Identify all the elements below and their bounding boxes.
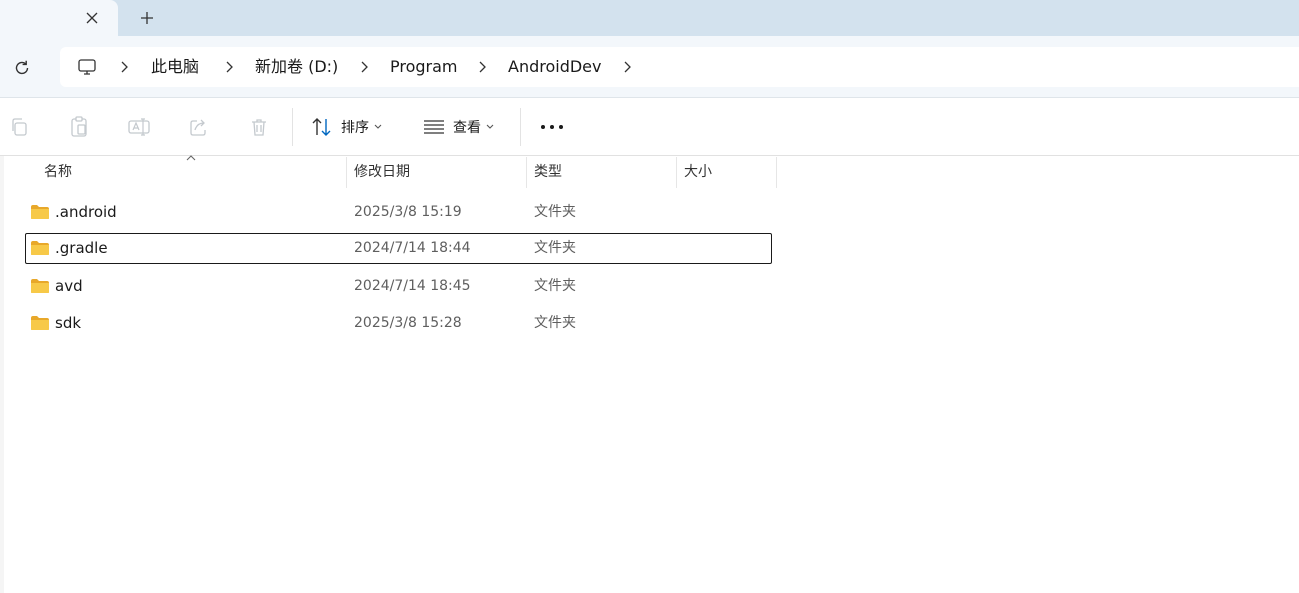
more-icon: [541, 125, 563, 129]
column-separator[interactable]: [676, 157, 677, 188]
file-row[interactable]: avd 2024/7/14 18:45 文件夹: [25, 271, 772, 302]
rename-icon: [128, 118, 150, 136]
command-bar: 排序 查看: [0, 98, 1299, 156]
paste-icon: [71, 116, 87, 137]
chevron-down-icon: [486, 124, 494, 129]
folder-icon: [31, 205, 49, 219]
close-icon: [86, 12, 98, 24]
view-list-icon: [424, 120, 444, 134]
more-options-button[interactable]: [536, 114, 568, 140]
file-type: 文件夹: [534, 204, 576, 220]
breadcrumb-drive-d[interactable]: 新加卷 (D:): [255, 56, 338, 78]
file-modified: 2024/7/14 18:45: [354, 278, 471, 294]
chevron-right-icon: [361, 61, 368, 73]
breadcrumb-chevron[interactable]: [474, 57, 490, 77]
file-type: 文件夹: [534, 278, 576, 294]
sort-dropdown[interactable]: 排序: [311, 114, 382, 140]
file-modified: 2025/3/8 15:28: [354, 315, 462, 331]
file-name: sdk: [55, 314, 82, 332]
share-button[interactable]: [187, 115, 211, 139]
delete-button[interactable]: [247, 115, 271, 139]
breadcrumb-this-pc[interactable]: 此电脑: [151, 56, 199, 78]
file-type: 文件夹: [534, 240, 576, 256]
share-icon: [190, 119, 206, 136]
sort-ascending-indicator-icon: [186, 155, 196, 161]
column-separator[interactable]: [346, 157, 347, 188]
sort-label: 排序: [341, 120, 369, 136]
chevron-right-icon: [479, 61, 486, 73]
file-row-selected[interactable]: .gradle 2024/7/14 18:44 文件夹: [25, 233, 772, 264]
breadcrumb-chevron[interactable]: [221, 57, 237, 77]
view-dropdown[interactable]: 查看: [423, 114, 494, 140]
plus-icon: [141, 12, 153, 24]
folder-icon: [31, 316, 49, 330]
breadcrumb-androiddev[interactable]: AndroidDev: [508, 56, 602, 78]
file-modified: 2025/3/8 15:19: [354, 204, 462, 220]
this-pc-crumb-button[interactable]: [74, 55, 100, 79]
rename-button[interactable]: [127, 115, 151, 139]
refresh-button[interactable]: [8, 56, 36, 80]
chevron-right-icon: [226, 61, 233, 73]
computer-icon: [78, 59, 96, 75]
tab-strip: [0, 0, 1299, 37]
column-header-type[interactable]: 类型: [534, 157, 562, 188]
sort-icon: [312, 118, 331, 136]
column-header-name[interactable]: 名称: [44, 157, 72, 188]
address-bar[interactable]: 此电脑 新加卷 (D:) Program AndroidDev: [60, 47, 1299, 87]
file-type: 文件夹: [534, 315, 576, 331]
file-row[interactable]: .android 2025/3/8 15:19 文件夹: [25, 197, 772, 228]
nav-pane-edge[interactable]: [0, 156, 4, 593]
folder-icon: [31, 279, 49, 293]
breadcrumb-program[interactable]: Program: [390, 56, 458, 78]
file-name: avd: [55, 277, 83, 295]
trash-icon: [252, 119, 266, 136]
copy-button[interactable]: [7, 115, 31, 139]
breadcrumb-chevron[interactable]: [619, 57, 635, 77]
active-tab[interactable]: [0, 0, 118, 37]
file-name: .android: [55, 203, 117, 221]
column-header-modified[interactable]: 修改日期: [354, 157, 410, 188]
copy-icon: [12, 118, 27, 136]
column-separator[interactable]: [776, 157, 777, 188]
address-row: 此电脑 新加卷 (D:) Program AndroidDev: [0, 36, 1299, 98]
chevron-right-icon: [624, 61, 631, 73]
file-name: .gradle: [55, 239, 108, 257]
toolbar-separator: [520, 108, 521, 146]
toolbar-separator: [292, 108, 293, 146]
chevron-right-icon: [121, 61, 128, 73]
file-row[interactable]: sdk 2025/3/8 15:28 文件夹: [25, 308, 772, 339]
folder-icon: [31, 241, 49, 255]
chevron-down-icon: [374, 124, 382, 129]
tab-close-button[interactable]: [80, 6, 104, 30]
view-label: 查看: [453, 120, 481, 136]
refresh-icon: [15, 60, 29, 75]
breadcrumb-chevron[interactable]: [356, 57, 372, 77]
paste-button[interactable]: [67, 115, 91, 139]
new-tab-button[interactable]: [134, 6, 160, 30]
column-header-size[interactable]: 大小: [684, 157, 712, 188]
breadcrumb-chevron[interactable]: [116, 57, 132, 77]
column-separator[interactable]: [526, 157, 527, 188]
file-modified: 2024/7/14 18:44: [354, 240, 471, 256]
